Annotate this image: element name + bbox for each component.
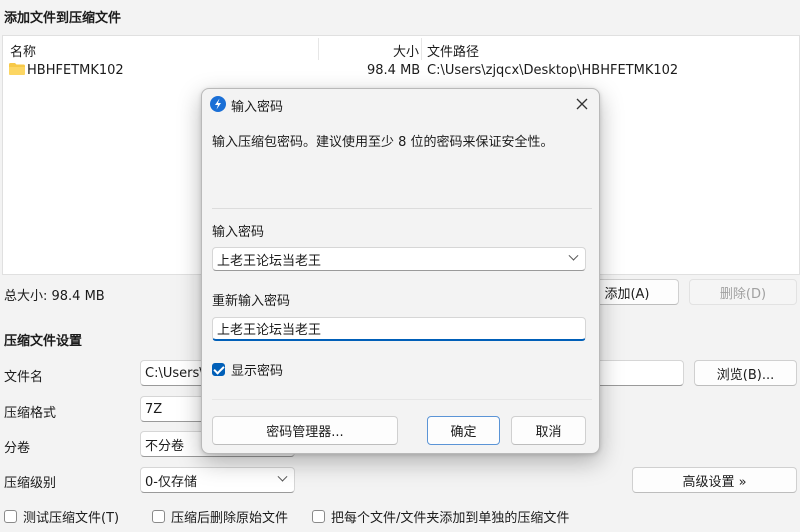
column-header-path[interactable]: 文件路径 (427, 41, 479, 60)
level-label: 压缩级别 (4, 476, 57, 491)
checkbox-box (312, 510, 325, 523)
checkbox-box (4, 510, 17, 523)
separate-archives-checkbox[interactable]: 把每个文件/文件夹添加到单独的压缩文件 (312, 507, 569, 526)
checkbox-box (212, 363, 225, 376)
format-value: 7Z (145, 401, 163, 417)
filename-value: C:\Users\ (145, 365, 204, 381)
folder-icon (9, 63, 25, 75)
file-name: HBHFETMK102 (27, 63, 124, 78)
dialog-message: 输入压缩包密码。建议使用至少 8 位的密码来保证安全性。 (212, 135, 554, 150)
close-icon[interactable] (575, 97, 589, 111)
chevron-down-icon (277, 471, 288, 482)
confirm-password-value: 上老王论坛当老王 (217, 323, 322, 338)
checkbox-label: 把每个文件/文件夹添加到单独的压缩文件 (331, 511, 570, 526)
checkbox-box (152, 510, 165, 523)
filename-label: 文件名 (4, 370, 44, 385)
advanced-settings-button[interactable]: 高级设置 » (632, 467, 797, 493)
format-label: 压缩格式 (4, 406, 57, 421)
delete-after-checkbox[interactable]: 压缩后删除原始文件 (152, 507, 288, 526)
confirm-password-input[interactable]: 上老王论坛当老王 (212, 317, 586, 341)
dialog-title: 输入密码 (231, 100, 284, 115)
password-input[interactable]: 上老王论坛当老王 (212, 247, 586, 271)
file-size: 98.4 MB (367, 63, 421, 78)
show-password-label: 显示密码 (231, 364, 284, 379)
password-dialog: 输入密码 输入压缩包密码。建议使用至少 8 位的密码来保证安全性。 输入密码 上… (201, 88, 600, 454)
checkbox-label: 压缩后删除原始文件 (171, 511, 289, 526)
show-password-checkbox[interactable]: 显示密码 (212, 360, 283, 379)
password-manager-button[interactable]: 密码管理器... (212, 416, 398, 445)
checkbox-label: 测试压缩文件(T) (23, 511, 120, 526)
column-header-size[interactable]: 大小 (393, 41, 419, 60)
page-title: 添加文件到压缩文件 (4, 11, 122, 26)
settings-section-title: 压缩文件设置 (4, 334, 83, 349)
confirm-password-label: 重新输入密码 (212, 294, 291, 309)
password-label: 输入密码 (212, 225, 265, 240)
browse-button[interactable]: 浏览(B)... (694, 360, 797, 386)
level-value: 0-仅存储 (145, 474, 197, 490)
test-archive-checkbox[interactable]: 测试压缩文件(T) (4, 507, 119, 526)
file-path: C:\Users\zjqcx\Desktop\HBHFETMK102 (427, 63, 679, 78)
app-logo-icon (210, 96, 226, 112)
table-row[interactable]: HBHFETMK102 98.4 MB C:\Users\zjqcx\Deskt… (3, 60, 799, 80)
split-label: 分卷 (4, 441, 31, 456)
ok-button[interactable]: 确定 (427, 416, 500, 445)
chevron-down-icon[interactable] (568, 250, 579, 261)
column-header-name[interactable]: 名称 (10, 41, 36, 60)
total-size: 总大小: 98.4 MB (4, 289, 105, 304)
cancel-button[interactable]: 取消 (511, 416, 586, 445)
level-select[interactable]: 0-仅存储 (140, 467, 295, 493)
split-value: 不分卷 (145, 438, 185, 454)
delete-button[interactable]: 删除(D) (689, 279, 797, 305)
password-value: 上老王论坛当老王 (217, 253, 322, 269)
